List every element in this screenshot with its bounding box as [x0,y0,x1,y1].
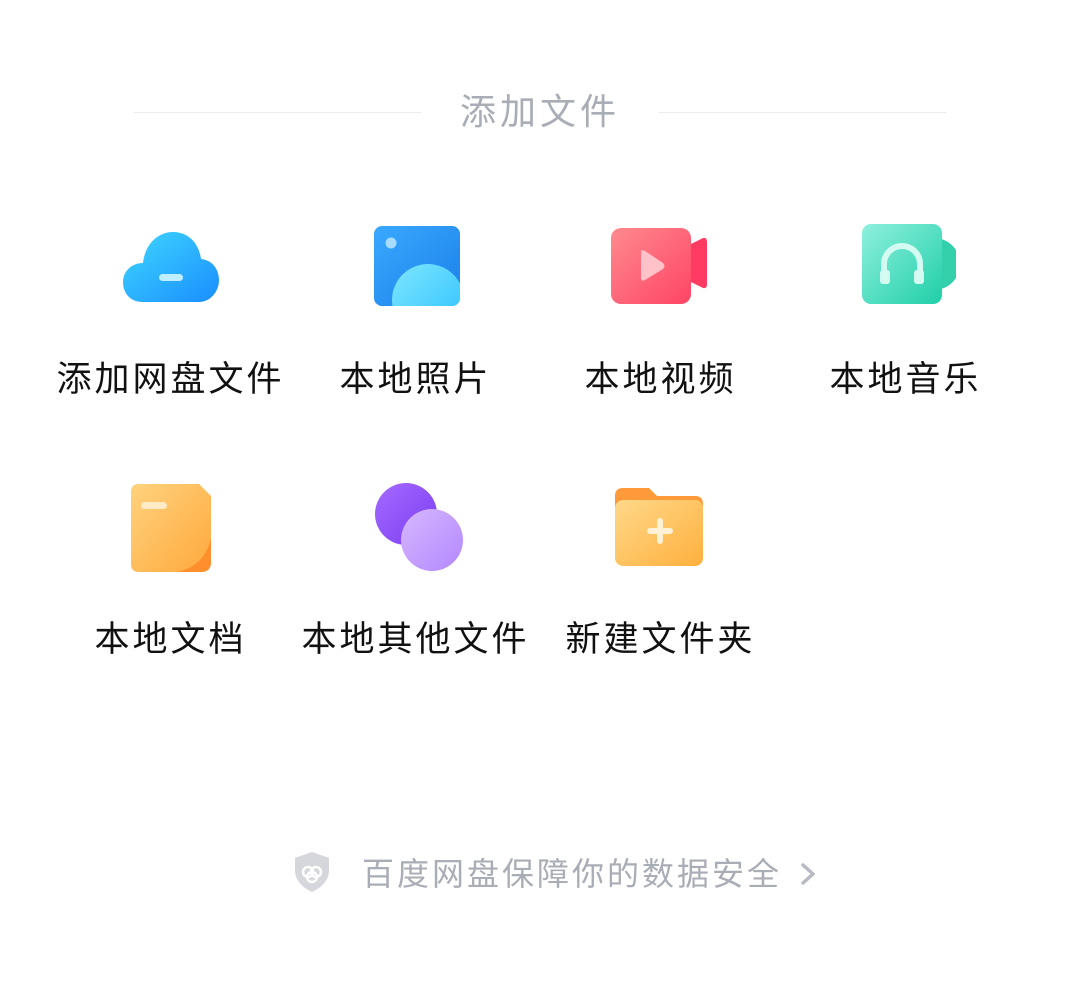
section-header: 添加文件 [0,90,1080,140]
document-icon [121,478,221,578]
item-label: 本地视频 [584,360,737,400]
bubbles-icon [366,478,466,578]
item-label: 本地文档 [94,620,247,660]
security-guarantee-link[interactable]: 百度网盘保障你的数据安全 [290,850,830,896]
add-cloud-file-button[interactable]: 添加网盘文件 [48,218,293,418]
header-divider-left [134,112,421,113]
header-divider-right [659,112,946,113]
item-label: 本地其他文件 [301,620,530,660]
local-other-files-button[interactable]: 本地其他文件 [293,478,538,678]
item-label: 本地照片 [339,360,492,400]
page-title: 添加文件 [459,92,620,133]
shield-icon [290,850,334,894]
folder-plus-icon [611,478,711,578]
new-folder-button[interactable]: 新建文件夹 [538,478,783,678]
headphones-icon [856,218,956,318]
item-label: 新建文件夹 [565,620,756,660]
chevron-right-icon [796,856,820,892]
security-text: 百度网盘保障你的数据安全 [362,855,783,893]
video-camera-icon [610,218,711,318]
photo-icon [366,218,466,318]
local-documents-button[interactable]: 本地文档 [48,478,293,678]
item-label: 添加网盘文件 [56,360,285,400]
item-label: 本地音乐 [829,360,982,400]
cloud-icon [121,218,221,318]
local-photos-button[interactable]: 本地照片 [293,218,538,418]
local-music-button[interactable]: 本地音乐 [783,218,1028,418]
local-videos-button[interactable]: 本地视频 [538,218,783,418]
